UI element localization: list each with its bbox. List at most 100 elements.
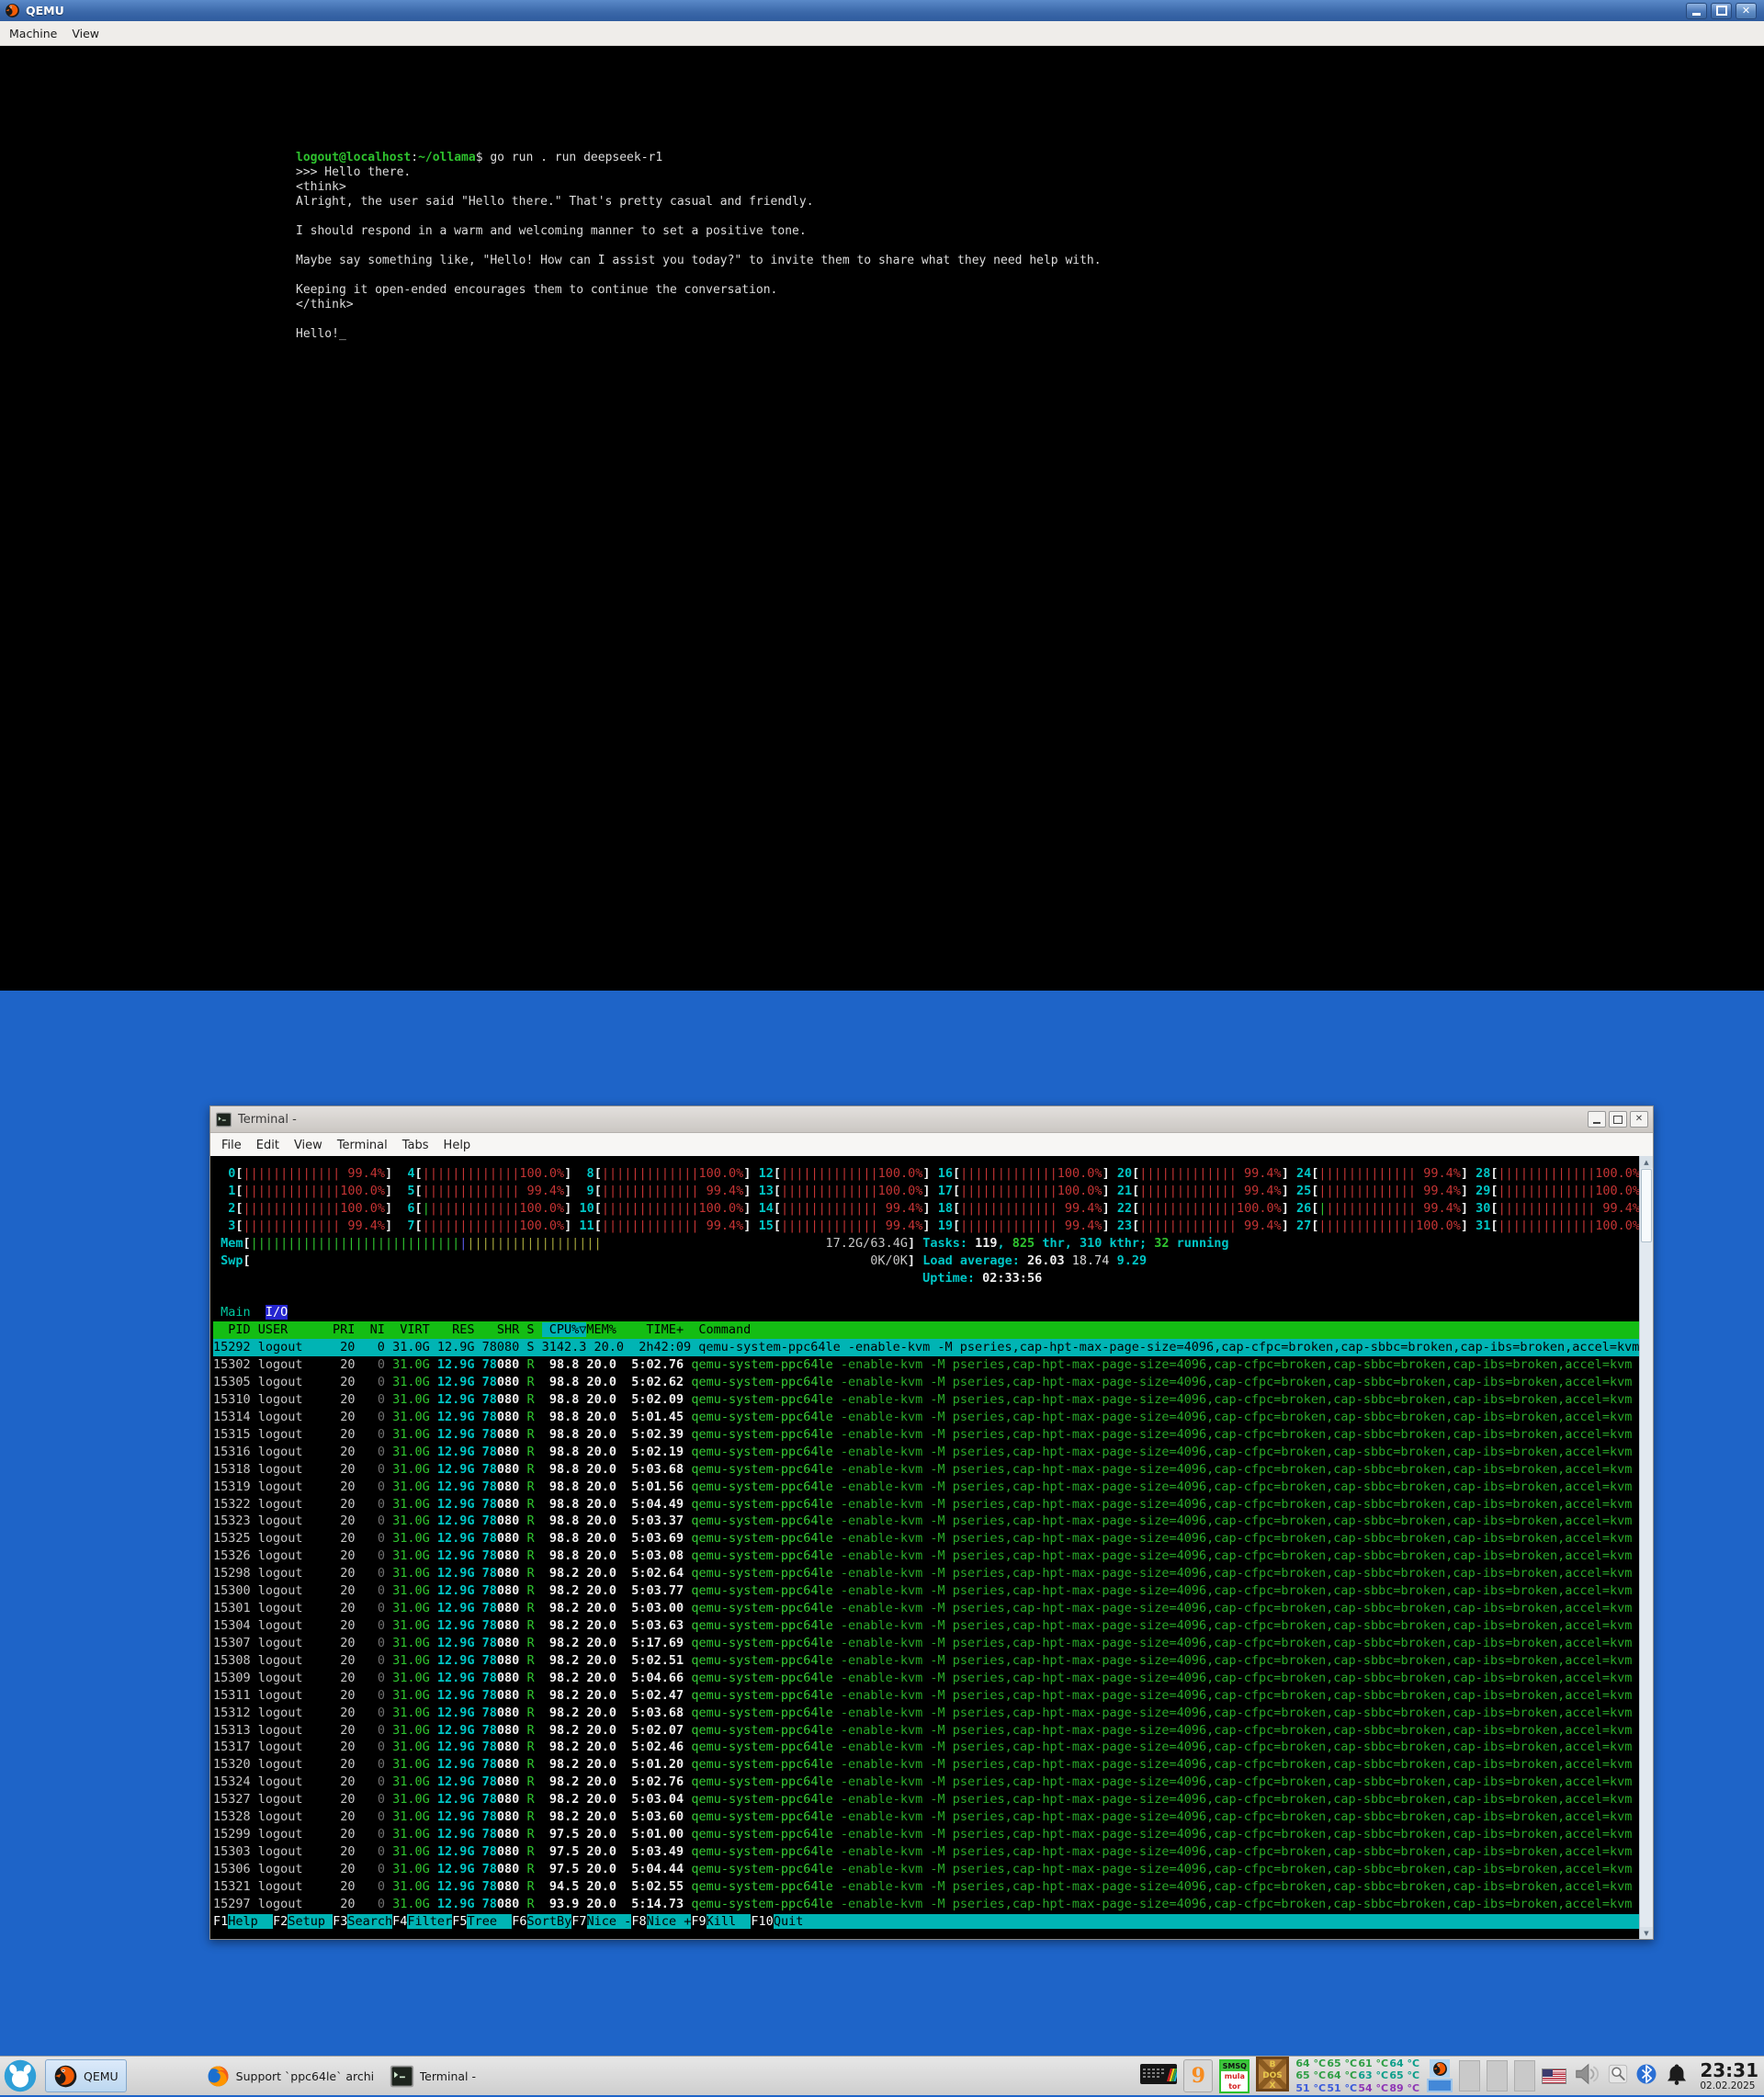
terminal-icon: [215, 1112, 232, 1128]
process-row-15328[interactable]: 15328 logout 20 0 31.0G 12.9G 78080 R 98…: [213, 1808, 1641, 1826]
terminal-menu-edit[interactable]: Edit: [249, 1139, 287, 1152]
process-row-15302[interactable]: 15302 logout 20 0 31.0G 12.9G 78080 R 98…: [213, 1356, 1641, 1374]
process-row-15301[interactable]: 15301 logout 20 0 31.0G 12.9G 78080 R 98…: [213, 1600, 1641, 1617]
cpu-meter-19: 19[||||||||||||| 99.4%]: [938, 1219, 1110, 1233]
process-row-15310[interactable]: 15310 logout 20 0 31.0G 12.9G 78080 R 98…: [213, 1391, 1641, 1409]
fkey-f2[interactable]: F2Setup: [273, 1914, 333, 1929]
guest-terminal-line: <think>: [296, 180, 1102, 195]
scroll-down-arrow[interactable]: ▼: [1640, 1927, 1653, 1939]
process-row-15318[interactable]: 15318 logout 20 0 31.0G 12.9G 78080 R 98…: [213, 1461, 1641, 1479]
fkey-f3[interactable]: F3Search: [333, 1914, 392, 1929]
task-button-firefox[interactable]: Support `ppc64le` archi...: [198, 2059, 382, 2092]
qemu-menu-machine[interactable]: Machine: [2, 27, 64, 40]
keyboard-layout-us-flag-icon[interactable]: [1542, 2069, 1566, 2084]
process-row-15304[interactable]: 15304 logout 20 0 31.0G 12.9G 78080 R 98…: [213, 1617, 1641, 1635]
process-row-15305[interactable]: 15305 logout 20 0 31.0G 12.9G 78080 R 98…: [213, 1374, 1641, 1391]
cpu-meter-3: 3[||||||||||||| 99.4%]: [220, 1219, 392, 1233]
dosbox-icon[interactable]: B DOS X: [1256, 2057, 1289, 2095]
scrollbar-thumb[interactable]: [1641, 1169, 1652, 1242]
tray-placeholder-1[interactable]: [1459, 2060, 1480, 2091]
process-table-header[interactable]: PID USER PRI NI VIRT RES SHR S CPU%▽MEM%…: [213, 1321, 1641, 1339]
terminal-menu-terminal[interactable]: Terminal: [330, 1139, 395, 1152]
fkey-f9[interactable]: F9Kill: [691, 1914, 751, 1929]
process-row-15308[interactable]: 15308 logout 20 0 31.0G 12.9G 78080 R 98…: [213, 1652, 1641, 1670]
cpu-meter-9: 9[||||||||||||| 99.4%]: [579, 1184, 751, 1198]
process-row-15320[interactable]: 15320 logout 20 0 31.0G 12.9G 78080 R 98…: [213, 1756, 1641, 1774]
process-row-15321[interactable]: 15321 logout 20 0 31.0G 12.9G 78080 R 94…: [213, 1878, 1641, 1896]
process-row-15307[interactable]: 15307 logout 20 0 31.0G 12.9G 78080 R 98…: [213, 1635, 1641, 1652]
process-row-15322[interactable]: 15322 logout 20 0 31.0G 12.9G 78080 R 98…: [213, 1496, 1641, 1513]
qemu-tray-icon[interactable]: [1430, 2059, 1450, 2078]
qemu-maximize-button[interactable]: [1711, 3, 1732, 19]
smsq-mid-label: mula: [1225, 2071, 1245, 2081]
process-row-15317[interactable]: 15317 logout 20 0 31.0G 12.9G 78080 R 98…: [213, 1739, 1641, 1756]
process-row-15314[interactable]: 15314 logout 20 0 31.0G 12.9G 78080 R 98…: [213, 1409, 1641, 1426]
qemu-titlebar[interactable]: QEMU ✕: [0, 0, 1764, 21]
process-row-15316[interactable]: 15316 logout 20 0 31.0G 12.9G 78080 R 98…: [213, 1444, 1641, 1461]
smsq-emulator-icon[interactable]: SMSQ mula tor: [1219, 2059, 1250, 2093]
zx-spectrum-emulator-icon[interactable]: [1140, 2064, 1177, 2088]
close-icon: ✕: [1635, 1115, 1643, 1124]
temp-sensor-2-0: 51 °C: [1295, 2082, 1327, 2095]
qemu-close-button[interactable]: ✕: [1736, 3, 1757, 19]
tray-placeholder-2[interactable]: [1487, 2060, 1508, 2091]
guest-terminal-line: Maybe say something like, "Hello! How ca…: [296, 254, 1102, 268]
process-row-15299[interactable]: 15299 logout 20 0 31.0G 12.9G 78080 R 97…: [213, 1826, 1641, 1843]
process-row-15326[interactable]: 15326 logout 20 0 31.0G 12.9G 78080 R 98…: [213, 1547, 1641, 1565]
process-row-15327[interactable]: 15327 logout 20 0 31.0G 12.9G 78080 R 98…: [213, 1791, 1641, 1808]
fkey-f1[interactable]: F1Help: [213, 1914, 273, 1929]
terminal-menu-help[interactable]: Help: [436, 1139, 479, 1152]
process-row-15323[interactable]: 15323 logout 20 0 31.0G 12.9G 78080 R 98…: [213, 1513, 1641, 1530]
terminal-minimize-button[interactable]: [1588, 1111, 1606, 1128]
terminal-content[interactable]: 0[||||||||||||| 99.4%] 4[|||||||||||||10…: [210, 1156, 1653, 1939]
bluetooth-icon[interactable]: [1635, 2063, 1657, 2089]
qemu-menu-view[interactable]: View: [64, 27, 107, 40]
fkey-f10[interactable]: F10Quit: [751, 1914, 818, 1929]
task-button-terminal[interactable]: Terminal -: [382, 2059, 557, 2092]
terminal-menu-file[interactable]: File: [214, 1139, 249, 1152]
tray-placeholder-3[interactable]: [1514, 2060, 1535, 2091]
terminal-titlebar[interactable]: Terminal - ✕: [210, 1106, 1653, 1133]
desktop: { "qemu_window": { "title": "QEMU", "men…: [0, 0, 1764, 2095]
qemu-minimize-button[interactable]: [1686, 3, 1707, 19]
process-row-15297[interactable]: 15297 logout 20 0 31.0G 12.9G 78080 R 93…: [213, 1896, 1641, 1913]
terminal-menu-view[interactable]: View: [287, 1139, 330, 1152]
process-row-15298[interactable]: 15298 logout 20 0 31.0G 12.9G 78080 R 98…: [213, 1565, 1641, 1582]
fkey-f6[interactable]: F6SortBy: [512, 1914, 571, 1929]
temp-sensor-1-3: 65 °C: [1389, 2069, 1420, 2082]
applications-menu-button[interactable]: [3, 2058, 38, 2093]
process-row-15319[interactable]: 15319 logout 20 0 31.0G 12.9G 78080 R 98…: [213, 1479, 1641, 1496]
fkey-f8[interactable]: F8Nice +: [631, 1914, 691, 1929]
fkey-f7[interactable]: F7Nice -: [571, 1914, 631, 1929]
process-row-15306[interactable]: 15306 logout 20 0 31.0G 12.9G 78080 R 97…: [213, 1861, 1641, 1878]
cpu-temperature-readout[interactable]: 64 °C65 °C61 °C64 °C65 °C64 °C63 °C65 °C…: [1295, 2057, 1420, 2095]
notifications-bell-icon[interactable]: [1664, 2061, 1690, 2091]
process-row-15309[interactable]: 15309 logout 20 0 31.0G 12.9G 78080 R 98…: [213, 1670, 1641, 1687]
volume-icon[interactable]: [1573, 2060, 1600, 2091]
terminal-scrollbar[interactable]: ▲ ▼: [1639, 1156, 1653, 1939]
clock[interactable]: 23:31 02.02.2025: [1700, 2061, 1758, 2091]
task-button-qemu[interactable]: QEMU: [45, 2059, 127, 2092]
fkey-f5[interactable]: F5Tree: [452, 1914, 512, 1929]
plan9-icon[interactable]: 9: [1183, 2059, 1213, 2092]
terminal-menu-tabs[interactable]: Tabs: [395, 1139, 436, 1152]
terminal-maximize-button[interactable]: [1609, 1111, 1627, 1128]
fkey-f4[interactable]: F4Filter: [392, 1914, 452, 1929]
process-row-15312[interactable]: 15312 logout 20 0 31.0G 12.9G 78080 R 98…: [213, 1705, 1641, 1722]
process-row-15303[interactable]: 15303 logout 20 0 31.0G 12.9G 78080 R 97…: [213, 1843, 1641, 1861]
process-row-15300[interactable]: 15300 logout 20 0 31.0G 12.9G 78080 R 98…: [213, 1582, 1641, 1600]
process-row-selected-15292[interactable]: 15292 logout 20 0 31.0G 12.9G 78080 S 31…: [213, 1339, 1641, 1356]
tab-main[interactable]: Main: [220, 1305, 251, 1320]
process-row-15315[interactable]: 15315 logout 20 0 31.0G 12.9G 78080 R 98…: [213, 1426, 1641, 1444]
process-row-15325[interactable]: 15325 logout 20 0 31.0G 12.9G 78080 R 98…: [213, 1530, 1641, 1547]
tab-io[interactable]: I/O: [266, 1305, 288, 1320]
process-row-15311[interactable]: 15311 logout 20 0 31.0G 12.9G 78080 R 98…: [213, 1687, 1641, 1705]
process-row-15313[interactable]: 15313 logout 20 0 31.0G 12.9G 78080 R 98…: [213, 1722, 1641, 1740]
htop-display: 0[||||||||||||| 99.4%] 4[|||||||||||||10…: [213, 1165, 1641, 1931]
terminal-close-button[interactable]: ✕: [1630, 1111, 1648, 1128]
qemu-guest-display[interactable]: logout@localhost:~/ollama$ go run . run …: [0, 46, 1764, 991]
process-row-15324[interactable]: 15324 logout 20 0 31.0G 12.9G 78080 R 98…: [213, 1774, 1641, 1791]
scroll-up-arrow[interactable]: ▲: [1640, 1156, 1653, 1168]
magnifier-icon[interactable]: [1607, 2063, 1629, 2089]
qemu-display-tray-icon[interactable]: [1427, 2079, 1453, 2092]
